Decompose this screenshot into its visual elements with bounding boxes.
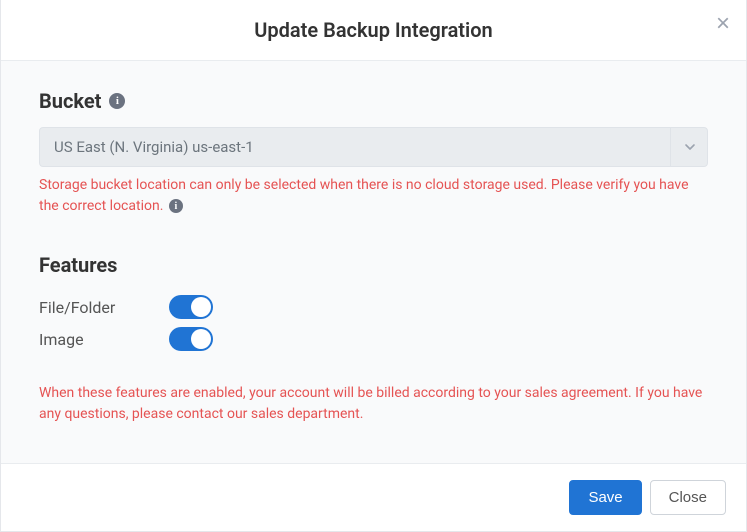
bucket-warning: Storage bucket location can only be sele… xyxy=(39,175,708,217)
info-icon[interactable]: i xyxy=(109,93,125,109)
toggle-file-folder[interactable] xyxy=(169,295,213,319)
feature-label: File/Folder xyxy=(39,298,169,317)
modal-footer: Save Close xyxy=(1,463,746,531)
feature-row-file-folder: File/Folder xyxy=(39,291,708,323)
modal-title: Update Backup Integration xyxy=(254,18,492,42)
info-icon[interactable]: i xyxy=(169,199,183,213)
save-button[interactable]: Save xyxy=(569,480,641,515)
toggle-knob xyxy=(191,329,211,349)
close-button[interactable]: Close xyxy=(650,480,726,515)
modal-header: Update Backup Integration × xyxy=(1,0,746,61)
toggle-knob xyxy=(191,297,211,317)
bucket-select[interactable]: US East (N. Virginia) us-east-1 xyxy=(39,127,708,167)
billing-note: When these features are enabled, your ac… xyxy=(39,383,708,425)
feature-row-image: Image xyxy=(39,323,708,355)
bucket-heading-row: Bucket i xyxy=(39,89,708,113)
bucket-heading: Bucket xyxy=(39,89,101,113)
bucket-select-value: US East (N. Virginia) us-east-1 xyxy=(39,127,708,167)
bucket-warning-text: Storage bucket location can only be sele… xyxy=(39,177,689,214)
feature-rows: File/Folder Image xyxy=(39,291,708,355)
close-icon[interactable]: × xyxy=(716,12,730,36)
feature-label: Image xyxy=(39,330,169,349)
modal-body: Bucket i US East (N. Virginia) us-east-1… xyxy=(1,61,746,463)
features-heading: Features xyxy=(39,253,708,277)
update-backup-modal: Update Backup Integration × Bucket i US … xyxy=(0,0,747,532)
features-section: Features File/Folder Image When these fe… xyxy=(39,253,708,425)
toggle-image[interactable] xyxy=(169,327,213,351)
